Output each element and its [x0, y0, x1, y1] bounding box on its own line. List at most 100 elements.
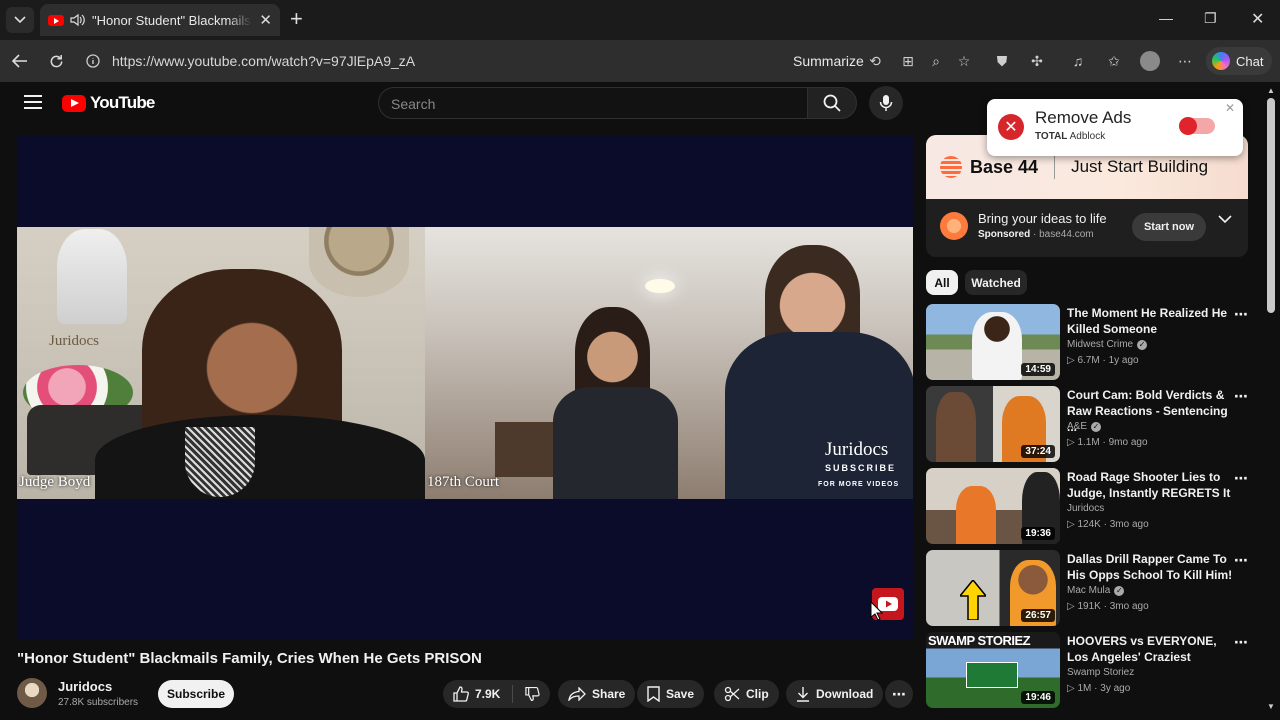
more-options-icon[interactable]: ⋯	[1234, 552, 1249, 569]
scissors-icon	[724, 686, 740, 702]
browser-tab-active[interactable]: "Honor Student" Blackmails Family, Cries…	[40, 4, 280, 36]
scrollbar-thumb[interactable]	[1267, 98, 1275, 313]
view-count: 1.1M	[1077, 437, 1100, 448]
chevron-down-icon	[14, 16, 26, 24]
county-seal	[309, 227, 409, 297]
hamburger-menu-icon[interactable]	[24, 95, 42, 113]
upload-age: 3mo ago	[1109, 519, 1149, 530]
favorites-icon[interactable]: ✩	[1104, 51, 1124, 71]
recommendation-item[interactable]: 14:59 The Moment He Realized He Killed S…	[926, 304, 1256, 380]
chip-watched[interactable]: Watched	[965, 270, 1027, 295]
remove-ads-toggle[interactable]	[1179, 117, 1215, 135]
speaker-icon[interactable]	[70, 13, 86, 27]
minimize-icon[interactable]: —	[1159, 10, 1173, 26]
restore-icon[interactable]: ❐	[1204, 10, 1217, 27]
browser-tab-bar: "Honor Student" Blackmails Family, Cries…	[0, 0, 1280, 40]
download-label: Download	[816, 687, 874, 701]
video-title[interactable]: The Moment He Realized He Killed Someone	[1067, 305, 1237, 337]
ad-tagline: Just Start Building	[1071, 157, 1209, 176]
summarize-button[interactable]: Summarize	[793, 53, 864, 69]
video-frame-judge: Juridocs Judge Boyd	[17, 227, 425, 499]
video-thumbnail[interactable]: SWAMP STORIEZ 19:46	[926, 632, 1060, 708]
video-thumbnail[interactable]: 19:36	[926, 468, 1060, 544]
microphone-icon	[879, 95, 893, 111]
chevron-down-icon[interactable]	[1218, 215, 1232, 224]
like-dislike-group: 7.9K	[443, 680, 550, 708]
zoom-icon[interactable]: ⌕	[926, 51, 946, 71]
video-player[interactable]: Juridocs Judge Boyd Juridocs SUBSCRIBE F…	[17, 135, 913, 639]
channel-name[interactable]: Juridocs	[58, 679, 112, 694]
base44-logo-icon	[940, 156, 962, 178]
share-icon	[568, 687, 586, 701]
chip-all[interactable]: All	[926, 270, 958, 295]
reload-icon[interactable]	[44, 49, 68, 73]
recommendation-item[interactable]: SWAMP STORIEZ 19:46 HOOVERS vs EVERYONE,…	[926, 632, 1256, 708]
subscribe-button[interactable]: Subscribe	[158, 680, 234, 708]
like-button[interactable]: 7.9K	[453, 686, 500, 702]
download-button[interactable]: Download	[786, 680, 884, 708]
verified-check-icon: ✓	[1137, 339, 1148, 350]
video-duration: 14:59	[1021, 363, 1055, 376]
ad-start-now-button[interactable]: Start now	[1132, 213, 1206, 241]
recommendation-item[interactable]: 26:57 Dallas Drill Rapper Came To His Op…	[926, 550, 1256, 626]
view-count: 191K	[1077, 601, 1101, 612]
thumbs-down-icon[interactable]	[525, 686, 540, 702]
youtube-logo[interactable]: YouTube	[62, 93, 155, 113]
upload-age: 9mo ago	[1108, 437, 1148, 448]
more-menu-icon[interactable]: ⋯	[1175, 51, 1195, 71]
clip-button[interactable]: Clip	[714, 680, 779, 708]
copilot-chat-button[interactable]: Chat	[1206, 47, 1272, 75]
more-options-icon[interactable]: ⋯	[1234, 306, 1249, 323]
youtube-favicon-icon	[48, 14, 64, 26]
new-tab-button[interactable]: +	[290, 8, 303, 30]
back-icon[interactable]	[8, 49, 32, 73]
media-icon[interactable]: ♫	[1068, 51, 1088, 71]
channel-name: Juridocs	[1067, 503, 1105, 514]
juridocs-watermark: Juridocs	[825, 439, 889, 460]
favorite-star-icon[interactable]: ☆	[954, 51, 974, 71]
summarize-icon[interactable]: ⟲	[865, 51, 885, 71]
tab-list-button[interactable]	[6, 7, 34, 33]
tab-close-icon[interactable]: ✕	[259, 11, 272, 29]
more-options-icon[interactable]: ⋯	[1234, 470, 1249, 487]
video-thumbnail[interactable]: 14:59	[926, 304, 1060, 380]
ad-headline[interactable]: Bring your ideas to life	[978, 211, 1107, 226]
video-title[interactable]: HOOVERS vs EVERYONE, Los Angeles' Crazie…	[1067, 633, 1237, 665]
share-button[interactable]: Share	[558, 680, 636, 708]
view-count: 1M	[1077, 683, 1092, 694]
page-scrollbar[interactable]: ▲ ▼	[1264, 82, 1280, 720]
extension-adblock-icon[interactable]: ⛊	[992, 51, 1012, 71]
channel-avatar[interactable]	[17, 678, 47, 708]
scroll-up-icon[interactable]: ▲	[1267, 86, 1275, 95]
recommendation-item[interactable]: 37:24 Court Cam: Bold Verdicts & Raw Rea…	[926, 386, 1256, 462]
video-title[interactable]: Road Rage Shooter Lies to Judge, Instant…	[1067, 469, 1237, 501]
video-channel[interactable]: Swamp Storiez	[1067, 667, 1134, 678]
video-meta: ▷ 124K · 3mo ago	[1067, 519, 1149, 530]
video-channel[interactable]: Mac Mula ✓	[1067, 585, 1125, 596]
save-button[interactable]: Save	[637, 680, 705, 708]
profile-avatar-icon[interactable]	[1140, 51, 1160, 71]
search-input[interactable]: Search	[378, 87, 808, 119]
scroll-down-icon[interactable]: ▼	[1267, 702, 1275, 711]
advertiser-icon[interactable]	[940, 212, 968, 240]
channel-name: Mac Mula	[1067, 585, 1111, 596]
like-count: 7.9K	[475, 687, 501, 701]
video-channel[interactable]: Midwest Crime ✓	[1067, 339, 1148, 350]
close-icon[interactable]: ✕	[1225, 101, 1235, 115]
video-channel[interactable]: Juridocs	[1067, 503, 1104, 514]
view-count: 124K	[1077, 519, 1101, 530]
video-thumbnail[interactable]: 26:57	[926, 550, 1060, 626]
video-thumbnail[interactable]: 37:24	[926, 386, 1060, 462]
video-title[interactable]: Dallas Drill Rapper Came To His Opps Sch…	[1067, 551, 1237, 583]
recommendation-item[interactable]: 19:36 Road Rage Shooter Lies to Judge, I…	[926, 468, 1256, 544]
site-info-icon[interactable]	[86, 54, 100, 68]
video-channel[interactable]: A&E ✓	[1067, 421, 1102, 432]
more-options-icon[interactable]: ⋯	[1234, 634, 1249, 651]
voice-search-button[interactable]	[869, 86, 903, 120]
search-button[interactable]	[807, 87, 857, 119]
extensions-puzzle-icon[interactable]: ✣	[1027, 51, 1047, 71]
more-options-icon[interactable]: ⋯	[1234, 388, 1249, 405]
close-window-icon[interactable]: ✕	[1251, 9, 1264, 29]
app-grid-icon[interactable]: ⊞	[898, 51, 918, 71]
more-actions-icon[interactable]: ⋯	[885, 680, 913, 708]
